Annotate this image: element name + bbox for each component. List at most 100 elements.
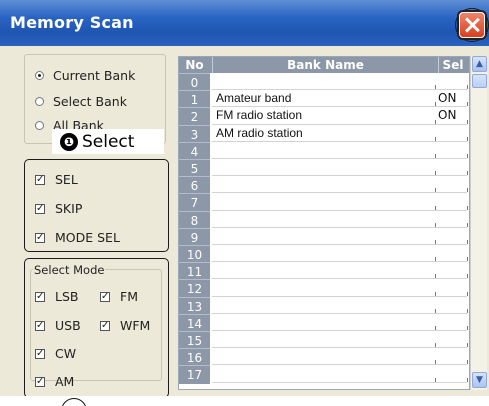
checkbox-label: AM — [55, 374, 75, 389]
row-number: 9 — [179, 227, 210, 246]
row-number: 13 — [179, 296, 210, 315]
checkbox-label: FM — [120, 289, 138, 304]
row-number: 2 — [179, 107, 210, 126]
sel-cell[interactable]: ON — [438, 90, 468, 106]
checkbox-usb[interactable]: ✓ USB — [35, 318, 81, 333]
checkbox-indicator[interactable]: ✓ — [100, 291, 110, 302]
cell-separator — [467, 257, 468, 262]
cell-separator — [467, 171, 468, 176]
table-row[interactable]: 4 — [179, 141, 469, 160]
row-number: 0 — [179, 73, 210, 92]
table-row[interactable]: 16 — [179, 348, 469, 367]
checkbox-skip[interactable]: ✓ SKIP — [35, 201, 82, 216]
checkbox-label: MODE SEL — [55, 230, 120, 245]
cell-separator — [435, 239, 436, 244]
radio-select-bank[interactable]: Select Bank — [35, 94, 127, 109]
row-number: 7 — [179, 193, 210, 212]
column-header-bank-name[interactable]: Bank Name — [212, 57, 439, 73]
table-row[interactable]: 1 Amateur band ON — [179, 90, 469, 109]
row-number: 14 — [179, 313, 210, 332]
scroll-thumb[interactable] — [472, 74, 487, 88]
sel-cell[interactable]: ON — [438, 107, 468, 123]
column-header-no[interactable]: No — [179, 57, 210, 73]
radio-indicator[interactable] — [35, 71, 44, 80]
callout-label: Select — [82, 131, 135, 152]
row-number: 16 — [179, 348, 210, 367]
cell-separator — [467, 274, 468, 279]
row-number: 12 — [179, 279, 210, 298]
cell-separator — [435, 257, 436, 262]
checkbox-indicator[interactable]: ✓ — [35, 348, 45, 359]
table-header: No Bank Name Sel — [179, 57, 469, 73]
row-number: 17 — [179, 365, 210, 384]
row-number: 5 — [179, 159, 210, 178]
table-row[interactable]: 7 — [179, 193, 469, 212]
table-row[interactable]: 14 — [179, 313, 469, 332]
callout-number: ❶ — [60, 132, 78, 151]
table-row[interactable]: 5 — [179, 159, 469, 178]
table-row[interactable]: 8 — [179, 210, 469, 229]
bank-table: No Bank Name Sel 0 1 Amateur band ON 2 FM rad… — [178, 56, 470, 390]
row-number: 8 — [179, 210, 210, 229]
vertical-scrollbar[interactable]: ▲ ▼ — [470, 56, 487, 390]
radio-current-bank[interactable]: Current Bank — [35, 68, 135, 83]
checkbox-indicator[interactable]: ✓ — [35, 174, 45, 185]
checkbox-cw[interactable]: ✓ CW — [35, 346, 76, 361]
table-row[interactable]: 9 — [179, 227, 469, 246]
checkbox-indicator[interactable]: ✓ — [35, 232, 45, 243]
checkbox-lsb[interactable]: ✓ LSB — [35, 289, 78, 304]
checkbox-label: LSB — [55, 289, 79, 304]
scroll-up-button[interactable]: ▲ — [472, 56, 487, 72]
cell-separator — [435, 136, 436, 141]
cell-separator — [467, 188, 468, 193]
table-row[interactable]: 17 — [179, 365, 469, 384]
cell-separator — [435, 222, 436, 227]
table-row[interactable]: 11 — [179, 262, 469, 281]
cell-separator — [435, 205, 436, 210]
table-row[interactable]: 3 AM radio station — [179, 124, 469, 143]
cell-separator — [435, 274, 436, 279]
radio-indicator[interactable] — [35, 121, 44, 130]
close-button[interactable] — [459, 12, 485, 38]
radio-label: Current Bank — [53, 68, 136, 83]
table-row[interactable]: 15 — [179, 331, 469, 350]
row-number: 4 — [179, 141, 210, 160]
cell-separator — [435, 377, 436, 382]
table-row[interactable]: 10 — [179, 245, 469, 264]
table-row[interactable]: 2 FM radio station ON — [179, 107, 469, 126]
table-row[interactable]: 12 — [179, 279, 469, 298]
cell-separator — [467, 360, 468, 365]
checkbox-indicator[interactable]: ✓ — [35, 203, 45, 214]
cell-separator — [467, 377, 468, 382]
checkbox-indicator[interactable]: ✓ — [35, 376, 45, 387]
table-row[interactable]: 0 — [179, 73, 469, 92]
title-bar: Memory Scan — [0, 0, 489, 46]
row-divider — [212, 381, 467, 383]
select-mode-legend: Select Mode — [33, 263, 106, 277]
chevron-up-icon: ▲ — [476, 59, 483, 69]
checkbox-indicator[interactable]: ✓ — [35, 291, 45, 302]
checkbox-label: USB — [55, 318, 81, 333]
checkbox-fm[interactable]: ✓ FM — [100, 289, 138, 304]
checkbox-label: CW — [55, 346, 77, 361]
checkbox-wfm[interactable]: ✓ WFM — [100, 318, 150, 333]
scroll-down-button[interactable]: ▼ — [472, 372, 487, 388]
cell-separator — [435, 360, 436, 365]
table-row[interactable]: 13 — [179, 296, 469, 315]
column-header-sel[interactable]: Sel — [438, 57, 468, 73]
cell-separator — [467, 291, 468, 296]
memory-scan-window: Memory Scan Current Bank Select Bank All… — [0, 0, 489, 406]
cell-separator — [435, 343, 436, 348]
checkbox-mode-sel[interactable]: ✓ MODE SEL — [35, 230, 120, 245]
callout-select: ❶ Select — [52, 129, 164, 154]
radio-indicator[interactable] — [35, 97, 44, 106]
cell-separator — [467, 153, 468, 158]
table-row[interactable]: 6 — [179, 176, 469, 195]
checkbox-indicator[interactable]: ✓ — [35, 320, 45, 331]
cell-separator — [435, 119, 436, 124]
checkbox-sel[interactable]: ✓ SEL — [35, 172, 78, 187]
row-number: 11 — [179, 262, 210, 281]
checkbox-indicator[interactable]: ✓ — [100, 320, 110, 331]
checkbox-am[interactable]: ✓ AM — [35, 374, 74, 389]
cell-separator — [435, 291, 436, 296]
